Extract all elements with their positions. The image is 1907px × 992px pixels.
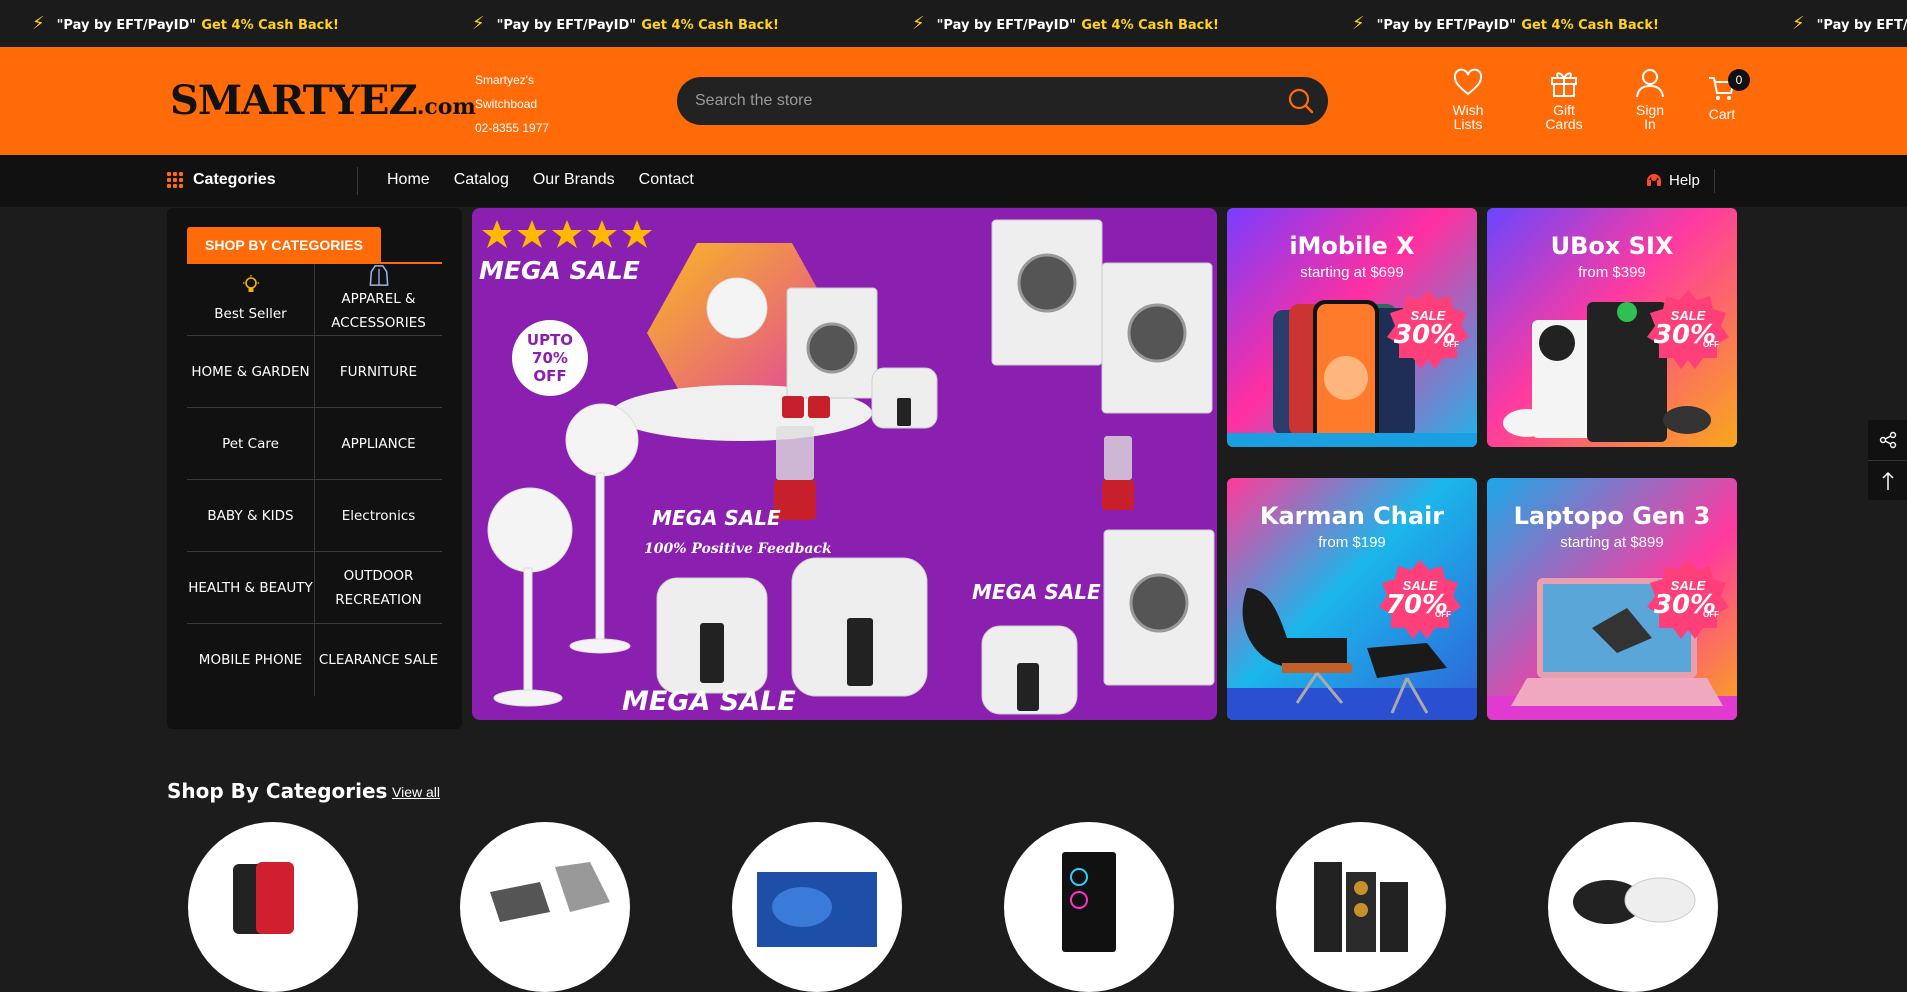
view-all-link[interactable]: View all [392, 784, 440, 800]
announcement-item: ⚡"Pay by EFT/PayID" [1792, 13, 1907, 34]
pc-tower-thumbnail [1062, 852, 1116, 952]
category-home-garden[interactable]: HOME & GARDEN [187, 336, 315, 408]
jacket-icon [369, 265, 388, 286]
announcement-item: ⚡ "Pay by EFT/PayID" Get 4% Cash Back! [912, 13, 1219, 34]
sale-badge: SALE 30% OFF [1385, 288, 1471, 374]
laptops-thumbnail [490, 862, 610, 922]
share-button[interactable] [1868, 420, 1907, 460]
gift-icon [1551, 72, 1577, 97]
hero-mega-sale-top: MEGA SALE [479, 256, 640, 285]
wishlist-button[interactable]: Wish Lists [1438, 67, 1498, 131]
nav-link-contact[interactable]: Contact [639, 171, 694, 189]
category-circle-laptops[interactable] [460, 822, 630, 992]
shop-by-categories-tab[interactable]: SHOP BY CATEGORIES [187, 227, 381, 263]
category-outdoor[interactable]: OUTDOOR RECREATION [315, 552, 442, 624]
lightning-icon: ⚡ [912, 13, 925, 34]
site-header: SMARTYEZ.com Smartyez's Switchboad 02-83… [0, 47, 1907, 155]
category-health-beauty[interactable]: HEALTH & BEAUTY [187, 552, 315, 624]
hero-mega-sale-right: MEGA SALE [972, 580, 1101, 604]
cart-button[interactable]: Cart 0 [1692, 69, 1752, 121]
nav-link-catalog[interactable]: Catalog [454, 171, 509, 189]
category-grid: Best Seller APPAREL & ACCESSORIES HOME &… [187, 264, 442, 696]
announcement-bar: ⚡ "Pay by EFT/PayID" Get 4% Cash Back! ⚡ "… [0, 0, 1907, 47]
shop-by-categories-heading: Shop By Categories [167, 779, 388, 803]
phones-thumbnail [233, 862, 294, 934]
main-nav: Categories Home Catalog Our Brands Conta… [0, 155, 1907, 207]
search-icon[interactable] [1288, 88, 1314, 114]
category-baby-kids[interactable]: BABY & KIDS [187, 480, 315, 552]
category-circle-tvs[interactable] [732, 822, 902, 992]
promo-ubox-six[interactable]: UBox SIX from $399 SALE 30% OFF [1487, 208, 1737, 447]
category-pet-care[interactable]: Pet Care [187, 408, 315, 480]
lightning-icon: ⚡ [32, 13, 45, 34]
category-best-seller[interactable]: Best Seller [187, 264, 315, 336]
arrow-up-icon [1881, 471, 1894, 490]
site-logo[interactable]: SMARTYEZ.com [170, 77, 476, 124]
share-icon [1879, 431, 1896, 449]
heart-icon [1453, 68, 1483, 96]
announcement-item: ⚡ "Pay by EFT/PayID" Get 4% Cash Back! [1352, 13, 1659, 34]
search-bar [677, 77, 1328, 125]
nav-link-home[interactable]: Home [387, 171, 430, 189]
lightning-icon: ⚡ [472, 13, 485, 34]
category-circle-phones[interactable] [188, 822, 358, 992]
tv-thumbnail [757, 872, 877, 947]
category-circle-gaming[interactable] [1548, 822, 1718, 992]
hero-banner[interactable]: MEGA SALE UPTO 70% OFF MEGA SALE 100% Po… [472, 208, 1217, 720]
lightbulb-icon [242, 274, 259, 292]
promo-karman-chair[interactable]: Karman Chair from $199 SALE 70% OFF [1227, 478, 1477, 720]
category-electronics[interactable]: Electronics [315, 480, 442, 552]
category-appliance[interactable]: APPLIANCE [315, 408, 442, 480]
category-circle-computers[interactable] [1004, 822, 1174, 992]
category-circle-audio[interactable] [1276, 822, 1446, 992]
speakers-thumbnail [1314, 862, 1408, 952]
search-input[interactable] [695, 77, 1275, 125]
headset-icon [1647, 174, 1661, 186]
lightning-icon: ⚡ [1352, 13, 1365, 34]
back-to-top-button[interactable] [1868, 460, 1907, 500]
nav-divider [357, 167, 358, 195]
category-mobile-phone[interactable]: MOBILE PHONE [187, 624, 315, 696]
nav-divider [1714, 169, 1715, 193]
hero-mega-sale-middle: MEGA SALE [652, 506, 781, 530]
cart-count-badge: 0 [1728, 69, 1750, 91]
grid-icon [167, 171, 184, 189]
promo-imobile-x[interactable]: iMobile X starting at $699 SALE 30% OFF [1227, 208, 1477, 447]
hero-mega-sale-bottom: MEGA SALE [622, 686, 796, 717]
category-clearance[interactable]: CLEARANCE SALE [315, 624, 442, 696]
hero-feedback: 100% Positive Feedback [644, 541, 832, 557]
category-panel: SHOP BY CATEGORIES Best Seller APPAREL &… [167, 208, 462, 729]
sale-badge: SALE 70% OFF [1377, 558, 1463, 644]
phone-link[interactable]: 02-8355 1977 [475, 116, 549, 140]
announcement-item: ⚡ "Pay by EFT/PayID" Get 4% Cash Back! [32, 13, 339, 34]
hero-upto-badge: UPTO 70% OFF [526, 331, 574, 385]
sale-badge: SALE 30% OFF [1645, 288, 1731, 374]
controllers-thumbnail [1573, 877, 1696, 924]
nav-link-brands[interactable]: Our Brands [533, 171, 615, 189]
user-icon [1636, 69, 1664, 98]
category-furniture[interactable]: FURNITURE [315, 336, 442, 408]
sale-badge: SALE 30% OFF [1645, 558, 1731, 644]
help-button[interactable]: Help [1645, 171, 1700, 189]
promo-laptopo-gen3[interactable]: Laptopo Gen 3 starting at $899 SALE 30% … [1487, 478, 1737, 720]
rating-stars-icon [482, 220, 652, 248]
lightning-icon: ⚡ [1792, 13, 1805, 34]
gift-cards-button[interactable]: Gift Cards [1534, 67, 1594, 131]
announcement-item: ⚡ "Pay by EFT/PayID" Get 4% Cash Back! [472, 13, 779, 34]
sign-in-button[interactable]: Sign In [1620, 67, 1680, 131]
switchboard-info: Smartyez's Switchboad 02-8355 1977 [475, 68, 549, 140]
category-apparel[interactable]: APPAREL & ACCESSORIES [315, 264, 442, 336]
categories-button[interactable]: Categories [167, 171, 276, 189]
nav-menu: Home Catalog Our Brands Contact [387, 171, 694, 189]
